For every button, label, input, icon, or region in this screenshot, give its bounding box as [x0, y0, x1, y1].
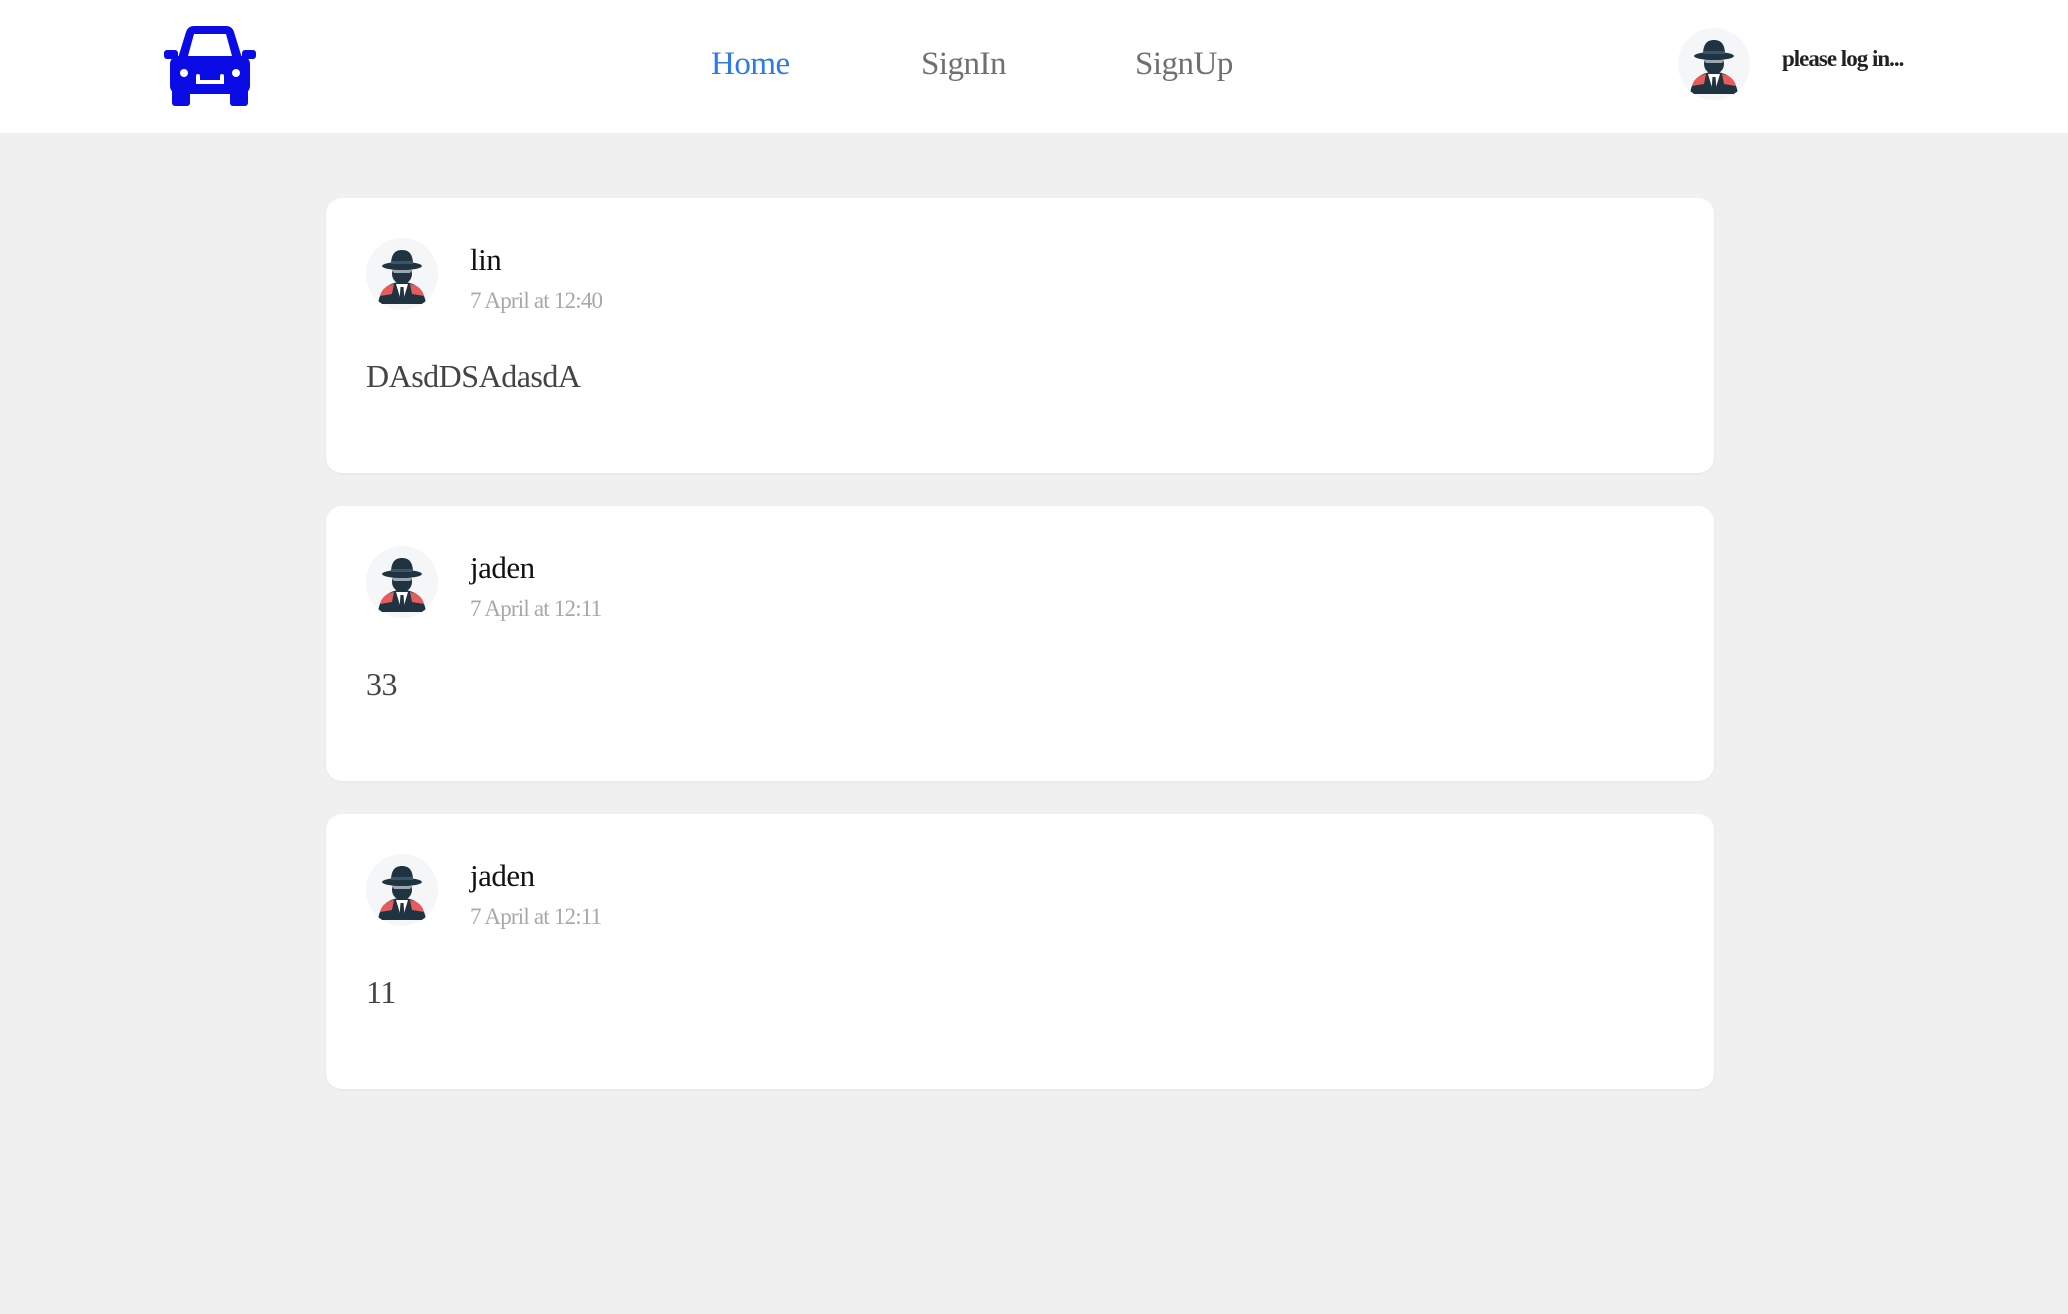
post-content: 11: [366, 974, 396, 1010]
post-author[interactable]: jaden: [470, 858, 535, 894]
post-timestamp: 7 April at 12:11: [470, 596, 602, 621]
nav-home[interactable]: Home: [711, 0, 790, 128]
post-author-avatar[interactable]: [366, 854, 438, 926]
post-content: DAsdDSAdasdA: [366, 358, 581, 394]
post-content: 33: [366, 666, 398, 702]
nav-signup[interactable]: SignUp: [1135, 0, 1233, 128]
post-timestamp: 7 April at 12:11: [470, 904, 602, 929]
car-icon[interactable]: [158, 20, 262, 108]
spy-avatar-icon: [366, 854, 438, 926]
post-author[interactable]: jaden: [470, 550, 535, 586]
spy-avatar-icon: [366, 238, 438, 310]
post-author-avatar[interactable]: [366, 546, 438, 618]
top-navbar: Home SignIn SignUp please log in...: [0, 0, 2068, 133]
spy-avatar-icon: [1678, 28, 1750, 100]
login-prompt[interactable]: please log in...: [1782, 46, 1904, 72]
user-avatar[interactable]: [1678, 28, 1750, 100]
post-author-avatar[interactable]: [366, 238, 438, 310]
spy-avatar-icon: [366, 546, 438, 618]
post-card: jaden 7 April at 12:11 11: [326, 814, 1714, 1089]
post-card: lin 7 April at 12:40 DAsdDSAdasdA: [326, 198, 1714, 473]
post-timestamp: 7 April at 12:40: [470, 288, 603, 313]
post-author[interactable]: lin: [470, 242, 502, 278]
nav-signin[interactable]: SignIn: [921, 0, 1007, 128]
post-card: jaden 7 April at 12:11 33: [326, 506, 1714, 781]
